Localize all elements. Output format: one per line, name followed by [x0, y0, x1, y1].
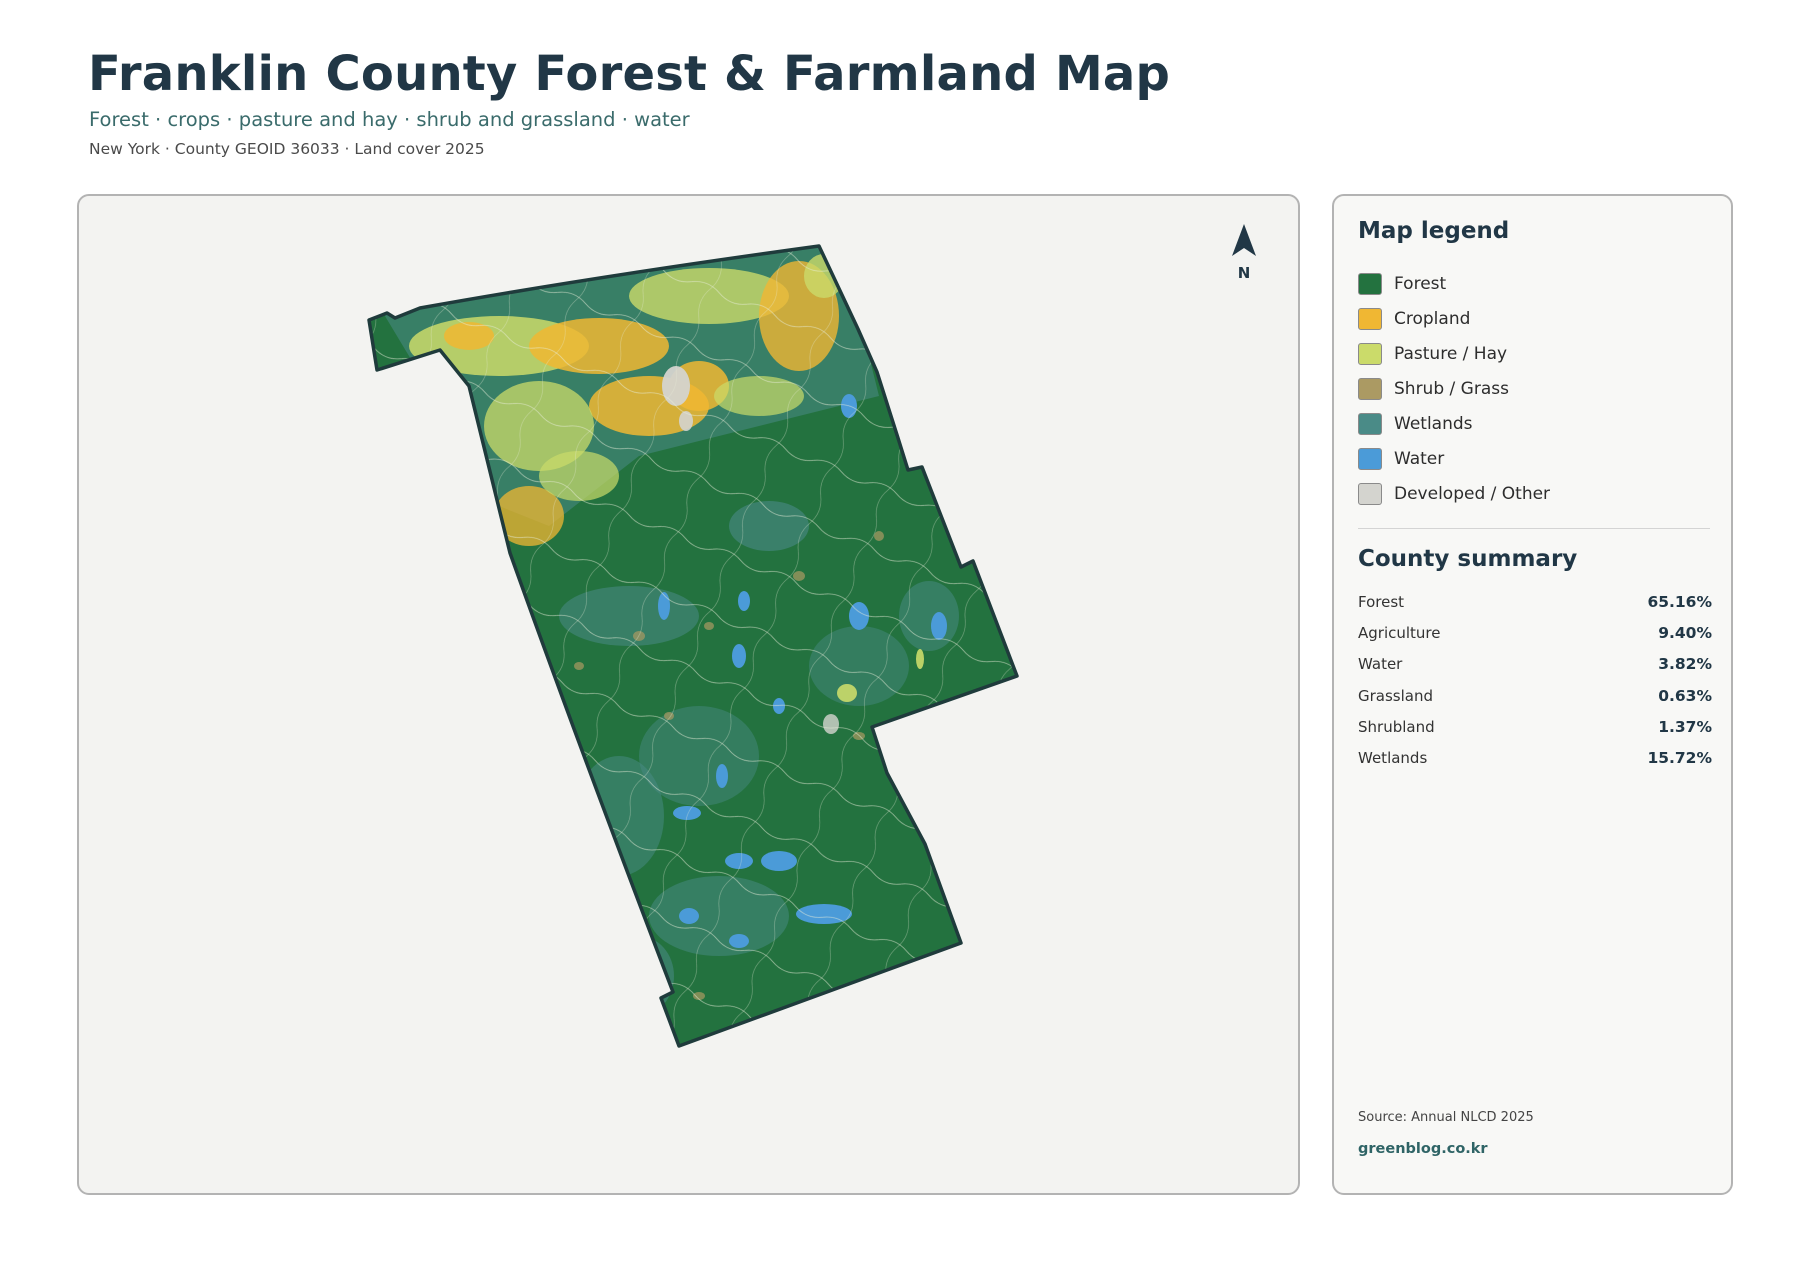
summary-value: 0.63% — [1658, 686, 1712, 705]
site-link[interactable]: greenblog.co.kr — [1358, 1141, 1488, 1157]
legend-list: Forest Cropland Pasture / Hay Shrub / Gr… — [1358, 266, 1550, 511]
page-meta: New York · County GEOID 36033 · Land cov… — [89, 140, 485, 158]
legend-item-water: Water — [1358, 441, 1550, 476]
summary-row-grassland: Grassland 0.63% — [1358, 680, 1712, 711]
legend-label: Wetlands — [1394, 413, 1473, 434]
page-title: Franklin County Forest & Farmland Map — [88, 46, 1171, 102]
legend-swatch — [1358, 447, 1382, 470]
legend-label: Forest — [1394, 273, 1447, 294]
summary-row-wetlands: Wetlands 15.72% — [1358, 742, 1712, 773]
legend-title: Map legend — [1358, 218, 1510, 244]
summary-label: Water — [1358, 655, 1403, 674]
legend-swatch — [1358, 307, 1382, 330]
legend-item-pasture: Pasture / Hay — [1358, 336, 1550, 371]
summary-label: Agriculture — [1358, 623, 1441, 642]
north-label: N — [1237, 264, 1251, 282]
legend-swatch — [1358, 377, 1382, 400]
page-subtitle: Forest · crops · pasture and hay · shrub… — [89, 108, 690, 131]
county-map[interactable] — [79, 196, 1300, 1195]
legend-swatch — [1358, 272, 1382, 295]
map-panel[interactable] — [77, 194, 1300, 1195]
legend-item-forest: Forest — [1358, 266, 1550, 301]
divider — [1358, 528, 1710, 529]
summary-value: 1.37% — [1658, 717, 1712, 736]
legend-item-wetlands: Wetlands — [1358, 406, 1550, 441]
legend-label: Developed / Other — [1394, 483, 1551, 504]
summary-row-water: Water 3.82% — [1358, 649, 1712, 680]
side-panel: Map legend Forest Cropland Pasture / Hay… — [1332, 194, 1733, 1195]
summary-value: 65.16% — [1647, 592, 1712, 611]
summary-label: Forest — [1358, 592, 1405, 611]
summary-label: Wetlands — [1358, 749, 1428, 768]
legend-label: Pasture / Hay — [1394, 343, 1508, 364]
summary-title: County summary — [1358, 546, 1578, 572]
summary-label: Shrubland — [1358, 717, 1435, 736]
legend-label: Water — [1394, 448, 1445, 469]
summary-row-shrubland: Shrubland 1.37% — [1358, 711, 1712, 742]
summary-label: Grassland — [1358, 686, 1433, 705]
legend-swatch — [1358, 482, 1382, 505]
summary-row-agriculture: Agriculture 9.40% — [1358, 617, 1712, 648]
legend-item-shrub: Shrub / Grass — [1358, 371, 1550, 406]
summary-value: 3.82% — [1658, 655, 1712, 674]
legend-swatch — [1358, 412, 1382, 435]
legend-item-cropland: Cropland — [1358, 301, 1550, 336]
legend-item-developed: Developed / Other — [1358, 476, 1550, 511]
data-source: Source: Annual NLCD 2025 — [1358, 1110, 1534, 1125]
land-cover-layer — [369, 246, 1017, 1046]
north-arrow: N — [1222, 222, 1266, 282]
summary-list: Forest 65.16% Agriculture 9.40% Water 3.… — [1358, 586, 1712, 774]
legend-swatch — [1358, 342, 1382, 365]
summary-value: 9.40% — [1658, 623, 1712, 642]
summary-row-forest: Forest 65.16% — [1358, 586, 1712, 617]
north-arrow-icon — [1232, 224, 1256, 256]
legend-label: Cropland — [1394, 308, 1471, 329]
summary-value: 15.72% — [1647, 749, 1712, 768]
legend-label: Shrub / Grass — [1394, 378, 1509, 399]
